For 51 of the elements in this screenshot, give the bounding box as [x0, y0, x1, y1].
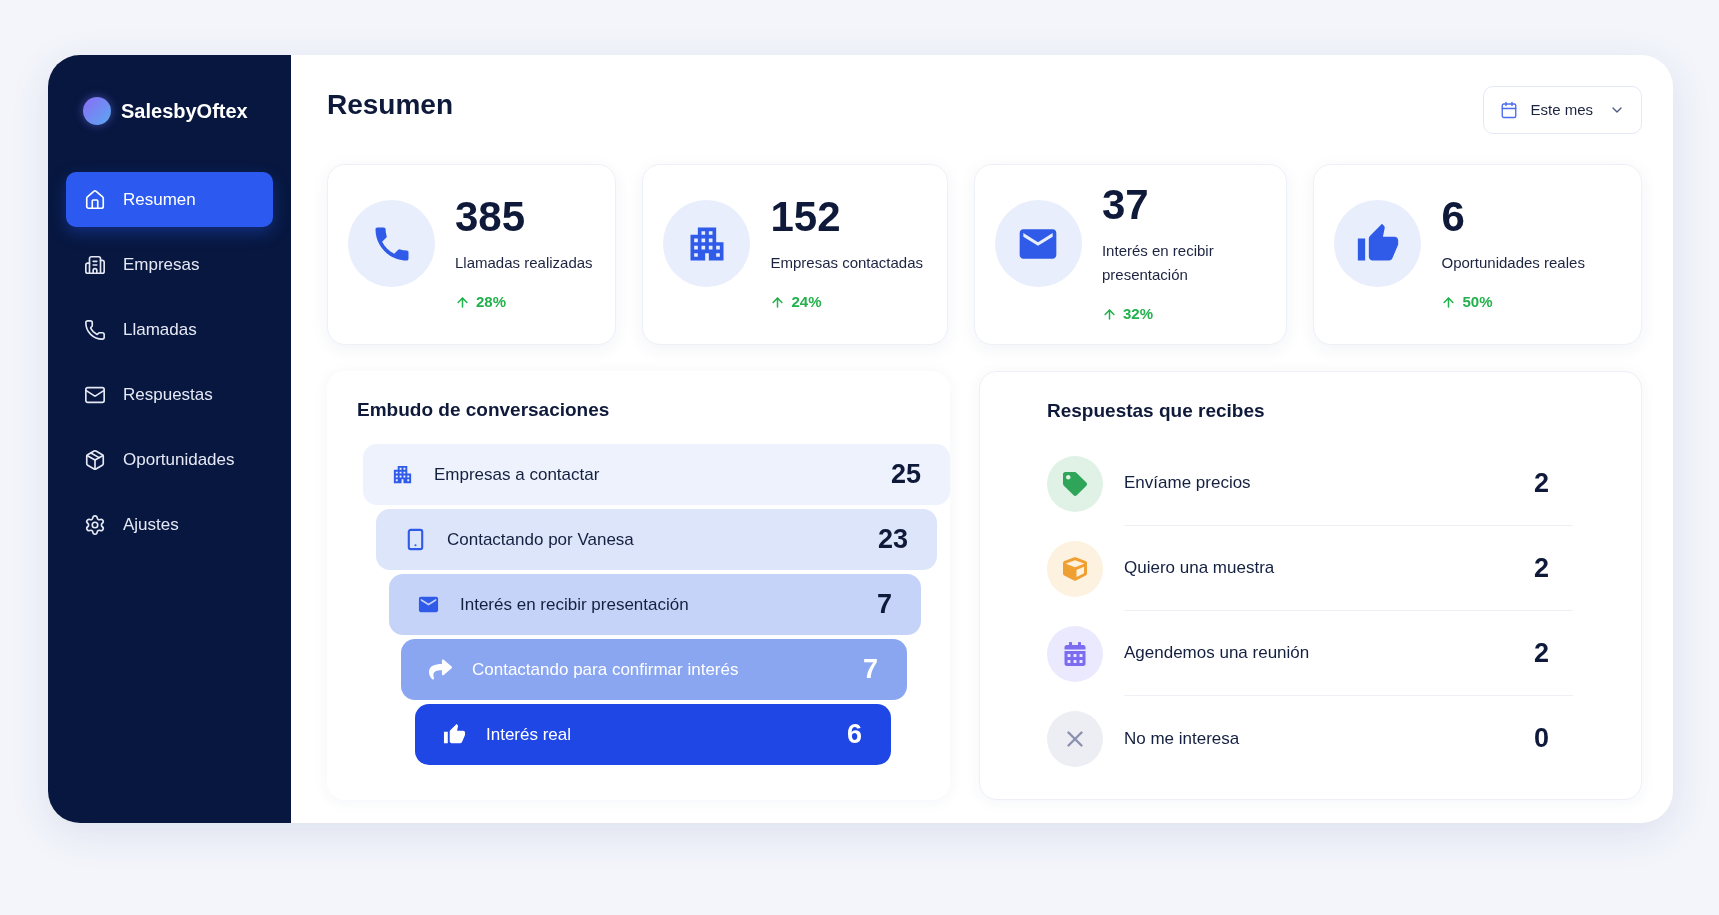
- box-icon: [84, 448, 106, 471]
- response-label: No me interesa: [1124, 727, 1240, 750]
- share-arrow-icon: [429, 658, 452, 681]
- response-count: 2: [1533, 466, 1549, 500]
- stat-label: Llamadas realizadas: [455, 252, 593, 273]
- period-dropdown[interactable]: Este mes: [1483, 86, 1642, 134]
- settings-icon: [84, 513, 106, 536]
- stat-label: Interés en recibir presentación: [1101, 240, 1215, 285]
- thumbs-up-icon: [443, 723, 466, 746]
- stat-change: 24%: [791, 291, 822, 312]
- response-label: Quiero una muestra: [1124, 557, 1275, 580]
- funnel-label: Contactando para confirmar interés: [472, 658, 739, 681]
- stat-label: Empresas contactadas: [770, 252, 924, 273]
- nav-item[interactable]: Llamadas: [66, 302, 273, 357]
- phone-icon: [84, 318, 106, 341]
- home-icon: [84, 188, 106, 211]
- funnel-count: 23: [877, 523, 908, 557]
- stat-value: 6: [1441, 195, 1466, 238]
- stat-change: 32%: [1122, 303, 1153, 324]
- response-label: Envíame precios: [1124, 472, 1251, 495]
- funnel-count: 7: [876, 588, 892, 622]
- nav-item[interactable]: Ajustes: [66, 497, 273, 552]
- funnel-label: Interés real: [486, 723, 572, 746]
- stat-change: 28%: [476, 291, 507, 312]
- funnel-label: Empresas a contactar: [434, 463, 600, 486]
- funnel-count: 6: [846, 718, 862, 752]
- panel-title: Respuestas que recibes: [1047, 399, 1265, 423]
- funnel-count: 25: [890, 458, 921, 492]
- nav-item[interactable]: Oportunidades: [66, 432, 273, 487]
- response-count: 2: [1533, 636, 1549, 670]
- stat-change: 50%: [1462, 291, 1493, 312]
- stat-value: 37: [1101, 183, 1150, 226]
- brand-name: SalesbyOftex: [121, 99, 248, 124]
- funnel-count: 7: [862, 653, 878, 687]
- nav-item[interactable]: Respuestas: [66, 367, 273, 422]
- stat-value: 385: [455, 195, 527, 238]
- funnel-label: Interés en recibir presentación: [460, 593, 689, 616]
- logo-icon: [83, 97, 111, 125]
- building-icon: [391, 463, 414, 486]
- building-icon: [84, 253, 106, 276]
- panel-title: Embudo de conversaciones: [357, 398, 610, 422]
- calendar-icon: [1500, 101, 1519, 119]
- response-count: 0: [1533, 722, 1549, 756]
- funnel-label: Contactando por Vanesa: [447, 528, 634, 551]
- stat-label: Oportunidades reales: [1441, 252, 1585, 273]
- page-title: Resumen: [327, 88, 454, 122]
- response-label: Agendemos una reunión: [1124, 642, 1310, 665]
- stat-value: 152: [770, 195, 842, 238]
- nav-item[interactable]: Empresas: [66, 237, 273, 292]
- response-count: 2: [1533, 551, 1549, 585]
- nav-item[interactable]: Resumen: [66, 172, 273, 227]
